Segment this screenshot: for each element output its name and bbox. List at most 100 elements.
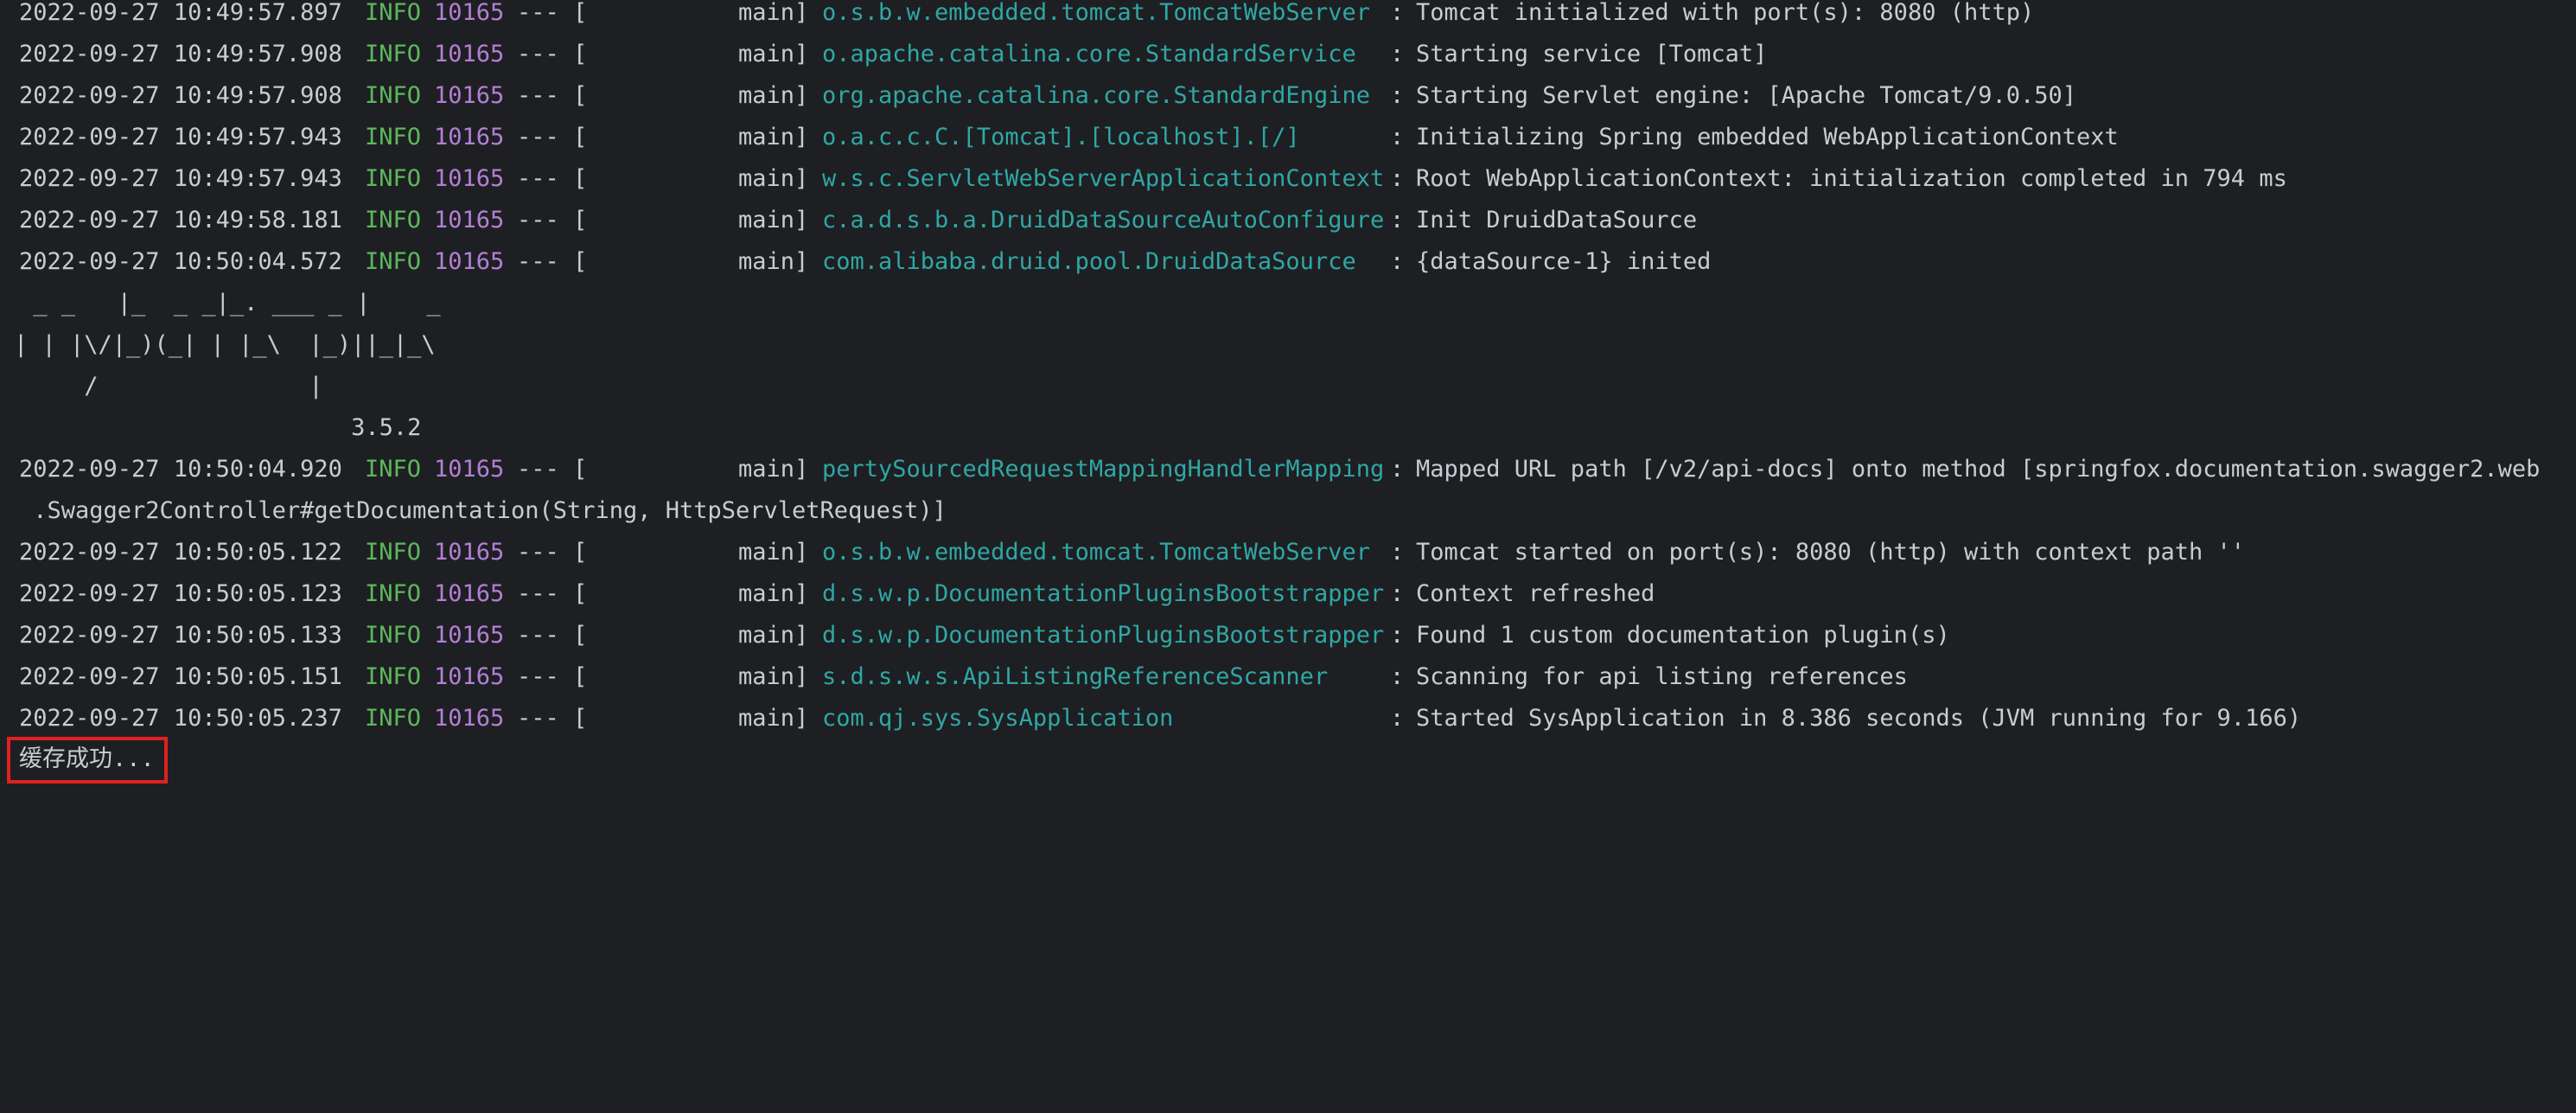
log-logger-link[interactable]: com.qj.sys.SysApplication [822,698,1173,739]
log-pid: 10165 [434,207,505,233]
log-logger-link[interactable]: com.alibaba.druid.pool.DruidDataSource [822,241,1356,283]
log-level: INFO [365,456,422,483]
log-logger-link[interactable]: d.s.w.p.DocumentationPluginsBootstrapper [822,573,1384,615]
log-logger-link[interactable]: d.s.w.p.DocumentationPluginsBootstrapper [822,615,1384,656]
log-line: 2022-09-27 10:50:05.133 INFO 10165 --- [… [0,615,1950,656]
log-line: 2022-09-27 10:50:05.123 INFO 10165 --- [… [0,573,1655,615]
log-pid: 10165 [434,580,505,607]
log-level: INFO [365,622,422,649]
log-separator: --- [ [517,622,588,649]
log-colon: : [1390,0,1405,26]
log-line: 2022-09-27 10:49:57.908 INFO 10165 --- [… [0,75,2076,117]
log-timestamp: 2022-09-27 10:49:57.943 [19,124,342,150]
log-thread: main] [738,248,809,275]
log-separator: --- [ [517,663,588,690]
log-pid: 10165 [434,456,505,483]
log-timestamp: 2022-09-27 10:49:57.908 [19,41,342,67]
banner-line: / | [14,373,323,400]
log-level: INFO [365,165,422,192]
log-logger-link[interactable]: pertySourcedRequestMappingHandlerMapping [822,449,1384,490]
log-timestamp: 2022-09-27 10:50:05.122 [19,539,342,566]
log-logger-link[interactable]: c.a.d.s.b.a.DruidDataSourceAutoConfigure [822,200,1384,241]
log-message: Found 1 custom documentation plugin(s) [1416,622,1950,649]
log-logger-link[interactable]: org.apache.catalina.core.StandardEngine [822,75,1370,117]
log-thread: main] [738,0,809,26]
log-colon: : [1390,124,1405,150]
log-separator: --- [ [517,539,588,566]
log-line: 2022-09-27 10:50:04.572 INFO 10165 --- [… [0,241,1711,283]
log-level: INFO [365,124,422,150]
log-level: INFO [365,207,422,233]
log-thread: main] [738,82,809,109]
log-logger-link[interactable]: o.a.c.c.C.[Tomcat].[localhost].[/] [822,117,1300,158]
log-separator: --- [ [517,165,588,192]
log-colon: : [1390,539,1405,566]
log-line: 2022-09-27 10:50:05.237 INFO 10165 --- [… [0,698,2301,739]
log-timestamp: 2022-09-27 10:49:57.943 [19,165,342,192]
cache-success-message: 缓存成功... [19,745,155,772]
log-message: {dataSource-1} inited [1416,248,1712,275]
log-message: Tomcat started on port(s): 8080 (http) w… [1416,539,2246,566]
log-thread: main] [738,124,809,150]
log-timestamp: 2022-09-27 10:50:04.572 [19,248,342,275]
log-colon: : [1390,622,1405,649]
log-thread: main] [738,580,809,607]
log-logger-link[interactable]: o.s.b.w.embedded.tomcat.TomcatWebServer [822,0,1370,34]
log-line: 2022-09-27 10:49:57.897 INFO 10165 --- [… [0,0,2034,34]
log-colon: : [1390,41,1405,67]
log-level: INFO [365,705,422,732]
log-timestamp: 2022-09-27 10:50:05.237 [19,705,342,732]
log-line: 2022-09-27 10:49:58.181 INFO 10165 --- [… [0,200,1697,241]
log-message: Context refreshed [1416,580,1655,607]
log-message: Init DruidDataSource [1416,207,1698,233]
log-thread: main] [738,622,809,649]
log-pid: 10165 [434,622,505,649]
log-level: INFO [365,539,422,566]
log-thread: main] [738,456,809,483]
log-timestamp: 2022-09-27 10:49:58.181 [19,207,342,233]
log-level: INFO [365,41,422,67]
log-timestamp: 2022-09-27 10:50:04.920 [19,456,342,483]
log-thread: main] [738,539,809,566]
log-message: Tomcat initialized with port(s): 8080 (h… [1416,0,2035,26]
log-thread: main] [738,165,809,192]
log-logger-link[interactable]: o.s.b.w.embedded.tomcat.TomcatWebServer [822,532,1370,573]
log-message: Scanning for api listing references [1416,663,1908,690]
log-colon: : [1390,663,1405,690]
log-thread: main] [738,207,809,233]
log-separator: --- [ [517,248,588,275]
log-colon: : [1390,207,1405,233]
log-thread: main] [738,663,809,690]
log-timestamp: 2022-09-27 10:50:05.133 [19,622,342,649]
log-colon: : [1390,456,1405,483]
log-logger-link[interactable]: o.apache.catalina.core.StandardService [822,34,1356,75]
log-level: INFO [365,82,422,109]
log-level: INFO [365,663,422,690]
log-separator: --- [ [517,705,588,732]
log-separator: --- [ [517,124,588,150]
log-separator: --- [ [517,0,588,26]
log-message: Initializing Spring embedded WebApplicat… [1416,124,2119,150]
log-logger-link[interactable]: s.d.s.w.s.ApiListingReferenceScanner [822,656,1328,698]
log-separator: --- [ [517,456,588,483]
log-timestamp: 2022-09-27 10:50:05.123 [19,580,342,607]
log-thread: main] [738,41,809,67]
log-line: 2022-09-27 10:49:57.943 INFO 10165 --- [… [0,117,2119,158]
log-pid: 10165 [434,539,505,566]
log-logger-link[interactable]: w.s.c.ServletWebServerApplicationContext [822,158,1384,200]
log-pid: 10165 [434,41,505,67]
log-colon: : [1390,705,1405,732]
banner-version: 3.5.2 [14,414,422,441]
log-line: 2022-09-27 10:50:05.151 INFO 10165 --- [… [0,656,1908,698]
log-line: 2022-09-27 10:50:04.920 INFO 10165 --- [… [0,449,2540,490]
log-line: 2022-09-27 10:49:57.943 INFO 10165 --- [… [0,158,2287,200]
banner-line: _ _ |_ _ _|_. ___ _ | _ [19,290,441,317]
log-pid: 10165 [434,82,505,109]
log-pid: 10165 [434,663,505,690]
log-pid: 10165 [434,0,505,26]
log-line: 2022-09-27 10:50:05.122 INFO 10165 --- [… [0,532,2245,573]
log-message: Starting service [Tomcat] [1416,41,1768,67]
log-pid: 10165 [434,124,505,150]
log-pid: 10165 [434,248,505,275]
log-timestamp: 2022-09-27 10:49:57.897 [19,0,342,26]
